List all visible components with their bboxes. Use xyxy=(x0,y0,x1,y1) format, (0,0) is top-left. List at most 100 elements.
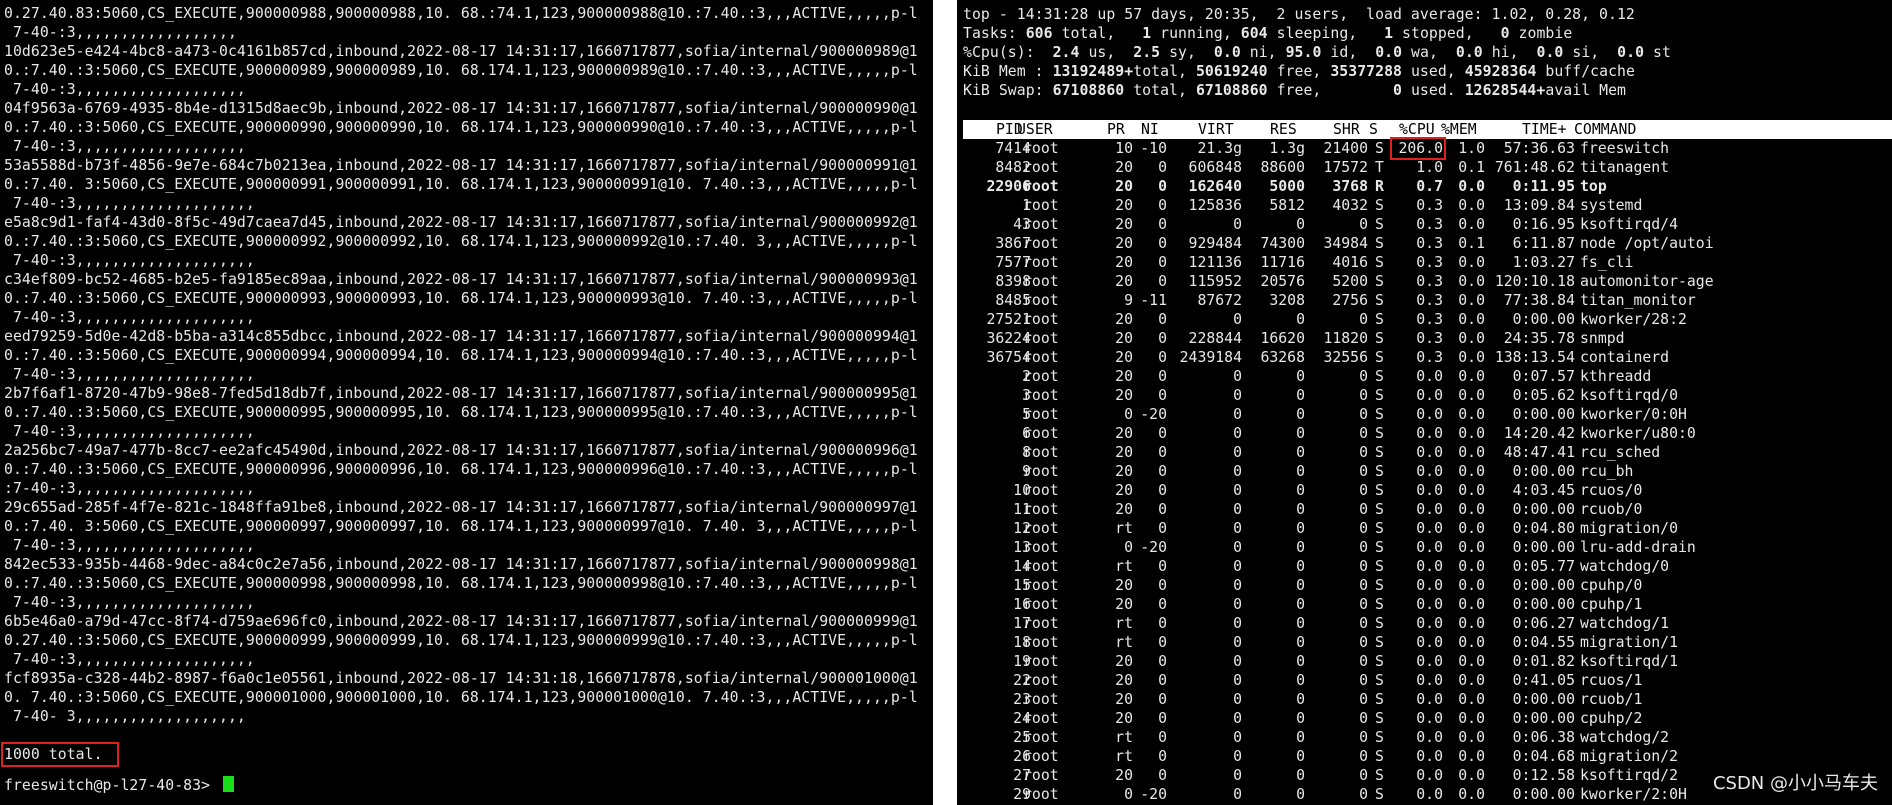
process-cell: 0.0 xyxy=(1458,520,1485,537)
column-header[interactable]: S xyxy=(1369,120,1378,139)
process-row[interactable]: 12 root rt 0 0 0 0 S 0.0 0.0 0:04.80 migration/0 xyxy=(963,519,1892,538)
process-row[interactable]: 9 root 20 0 0 0 0 S 0.0 0.0 0:00.00 rcu_bh xyxy=(963,462,1892,481)
process-cell: 0 xyxy=(1233,786,1242,803)
process-cell: 0 xyxy=(1359,216,1368,233)
process-row[interactable]: 27521 root 20 0 0 0 0 S 0.3 0.0 0:00.00 kworker/28:… xyxy=(963,310,1892,329)
tasks-line-segment: 604 xyxy=(1240,25,1268,42)
process-row[interactable]: 5 root 0 -20 0 0 0 S 0.0 0.0 0:00.00 kworker/0:0H xyxy=(963,405,1892,424)
process-row[interactable]: 23 root 20 0 0 0 0 S 0.0 0.0 0:00.00 rcuob/1 xyxy=(963,690,1892,709)
process-cell: root xyxy=(1023,330,1059,347)
prompt-text: freeswitch@p-l27-40-83> xyxy=(4,777,220,794)
process-row[interactable]: 24 root 20 0 0 0 0 S 0.0 0.0 0:00.00 cpuhp/2 xyxy=(963,709,1892,728)
process-cell: S xyxy=(1375,216,1384,233)
process-row[interactable]: 25 root rt 0 0 0 0 S 0.0 0.0 0:06.38 watchdog/2 xyxy=(963,728,1892,747)
column-header[interactable]: VIRT xyxy=(1198,120,1234,139)
process-row[interactable]: 8 root 20 0 0 0 0 S 0.0 0.0 48:47.41 rcu_sched xyxy=(963,443,1892,462)
process-row[interactable]: 11 root 20 0 0 0 0 S 0.0 0.0 0:00.00 rcuob/0 xyxy=(963,500,1892,519)
column-header[interactable]: PR xyxy=(1107,120,1125,139)
process-row[interactable]: 16 root 20 0 0 0 0 S 0.0 0.0 0:00.00 cpuhp/1 xyxy=(963,595,1892,614)
process-cell: 0 xyxy=(1158,653,1167,670)
process-cell: 20 xyxy=(1115,672,1133,689)
mem-line: KiB Mem : 13192489+total, 50619240 free,… xyxy=(963,62,1635,81)
process-cell: 0.0 xyxy=(1458,349,1485,366)
process-row[interactable]: 13 root 0 -20 0 0 0 S 0.0 0.0 0:00.00 lru-add-drain xyxy=(963,538,1892,557)
process-row[interactable]: 6 root 20 0 0 0 0 S 0.0 0.0 14:20.42 kworker/u80:0 xyxy=(963,424,1892,443)
process-cell: 0.0 xyxy=(1416,710,1443,727)
process-row[interactable]: 3 root 20 0 0 0 0 S 0.0 0.0 0:05.62 ksoftirqd/0 xyxy=(963,386,1892,405)
process-cell: 0.0 xyxy=(1458,368,1485,385)
process-cell: 0.0 xyxy=(1416,501,1443,518)
process-row[interactable]: 18 root rt 0 0 0 0 S 0.0 0.0 0:04.55 migration/1 xyxy=(963,633,1892,652)
process-cell: 0 xyxy=(1359,729,1368,746)
column-header[interactable]: SHR xyxy=(1333,120,1360,139)
process-row[interactable]: 17 root rt 0 0 0 0 S 0.0 0.0 0:06.27 watchdog/1 xyxy=(963,614,1892,633)
process-cell: 13:09.84 xyxy=(1503,197,1575,214)
log-line: 7-40-:3,,,,,,,,,,,,,,,,,,,, xyxy=(4,651,255,668)
top-terminal-pane[interactable]: PID USER PR NI VIRT RES SHR S %CPU %MEM TIME+ COMMA… xyxy=(957,0,1892,805)
process-row[interactable]: 43 root 20 0 0 0 0 S 0.3 0.0 0:16.95 ksoftirqd/4 xyxy=(963,215,1892,234)
process-cell: root xyxy=(1023,216,1059,233)
process-row[interactable]: 26 root rt 0 0 0 0 S 0.0 0.0 0:04.68 migration/2 xyxy=(963,747,1892,766)
process-cell: rt xyxy=(1115,634,1133,651)
process-row[interactable]: 1 root 20 0 125836 5812 4032 S 0.3 0.0 13:09.84 sys… xyxy=(963,196,1892,215)
process-row[interactable]: 2 root 20 0 0 0 0 S 0.0 0.0 0:07.57 kthreadd xyxy=(963,367,1892,386)
process-cell: 0 xyxy=(1359,520,1368,537)
process-cell: rt xyxy=(1115,748,1133,765)
process-row[interactable]: 36224 root 20 0 228844 16620 11820 S 0.3 0.0 24:35… xyxy=(963,329,1892,348)
process-cell: cpuhp/1 xyxy=(1580,596,1643,613)
process-row[interactable]: 15 root 20 0 0 0 0 S 0.0 0.0 0:00.00 cpuhp/0 xyxy=(963,576,1892,595)
process-cell: 0 xyxy=(1296,216,1305,233)
process-cell: 20 xyxy=(1115,349,1133,366)
process-cell: root xyxy=(1023,520,1059,537)
process-row[interactable]: 8398 root 20 0 115952 20576 5200 S 0.3 0.0 120:10.… xyxy=(963,272,1892,291)
process-cell: 0:41.05 xyxy=(1512,672,1575,689)
process-cell: root xyxy=(1023,311,1059,328)
process-cell: 5000 xyxy=(1269,178,1305,195)
shell-prompt[interactable]: freeswitch@p-l27-40-83> xyxy=(4,776,235,795)
process-cell: watchdog/0 xyxy=(1580,558,1670,575)
process-cell: 0.0 xyxy=(1458,387,1485,404)
process-cell: 0.3 xyxy=(1416,216,1443,233)
process-cell: 1.3g xyxy=(1269,140,1305,157)
process-row[interactable]: 36754 root 20 0 2439184 63268 32556 S 0.3 0.0 138:… xyxy=(963,348,1892,367)
process-row[interactable]: 7577 root 20 0 121136 11716 4016 S 0.3 0.0 1:03.27… xyxy=(963,253,1892,272)
left-terminal-pane[interactable]: 0.27.40.83:5060,CS_EXECUTE,900000988,900… xyxy=(0,0,933,805)
process-row[interactable]: 19 root 20 0 0 0 0 S 0.0 0.0 0:01.82 ksoftirqd/1 xyxy=(963,652,1892,671)
process-cell: 0.3 xyxy=(1416,254,1443,271)
process-cell: 0.3 xyxy=(1416,349,1443,366)
process-cell: 0 xyxy=(1158,197,1167,214)
process-row[interactable]: 3867 root 20 0 929484 74300 34984 S 0.3 0.1 6:11.8… xyxy=(963,234,1892,253)
process-cell: kworker/2:0H xyxy=(1580,786,1687,803)
column-header[interactable]: TIME+ xyxy=(1522,120,1567,139)
process-cell: 0 xyxy=(1359,710,1368,727)
process-cell: 0.0 xyxy=(1416,463,1443,480)
process-cell: S xyxy=(1375,463,1384,480)
column-header[interactable]: NI xyxy=(1141,120,1159,139)
process-cell: root xyxy=(1023,558,1059,575)
log-line: 0.:7.40.:3:5060,CS_EXECUTE,900000993,900… xyxy=(4,290,918,307)
process-cell: 0.0 xyxy=(1458,254,1485,271)
pane-divider[interactable] xyxy=(933,0,957,805)
process-cell: 0.0 xyxy=(1458,197,1485,214)
column-header[interactable]: COMMAND xyxy=(1574,120,1636,139)
column-header[interactable]: USER xyxy=(1017,120,1053,139)
log-line: 7-40-:3,,,,,,,,,,,,,,,,,,, xyxy=(4,81,246,98)
log-line: 0.27.40.:3:5060,CS_EXECUTE,900000999,900… xyxy=(4,632,918,649)
column-header[interactable]: RES xyxy=(1270,120,1297,139)
process-cell: 0 xyxy=(1158,596,1167,613)
process-cell: 11716 xyxy=(1260,254,1305,271)
process-cell: T xyxy=(1375,159,1384,176)
process-row[interactable]: 8482 root 20 0 606848 88600 17572 T 1.0 0.1 761:48… xyxy=(963,158,1892,177)
process-row[interactable]: 14 root rt 0 0 0 0 S 0.0 0.0 0:05.77 watchdog/0 xyxy=(963,557,1892,576)
process-row[interactable]: 8485 root 9 -11 87672 3208 2756 S 0.3 0.0 77:38.84… xyxy=(963,291,1892,310)
mem-line-segment: 13192489+ xyxy=(1052,63,1134,80)
process-cell: root xyxy=(1023,425,1059,442)
process-row[interactable]: 10 root 20 0 0 0 0 S 0.0 0.0 4:03.45 rcuos/0 xyxy=(963,481,1892,500)
process-cell: titanagent xyxy=(1580,159,1670,176)
process-cell: cpuhp/0 xyxy=(1580,577,1643,594)
column-header[interactable]: %MEM xyxy=(1441,120,1477,139)
process-row[interactable]: 22906 root 20 0 162640 5000 3768 R 0.7 0.0 0:11.95… xyxy=(963,177,1892,196)
process-cell: 0 xyxy=(1359,615,1368,632)
process-cell: 20 xyxy=(1115,254,1133,271)
process-row[interactable]: 22 root 20 0 0 0 0 S 0.0 0.0 0:41.05 rcuos/1 xyxy=(963,671,1892,690)
